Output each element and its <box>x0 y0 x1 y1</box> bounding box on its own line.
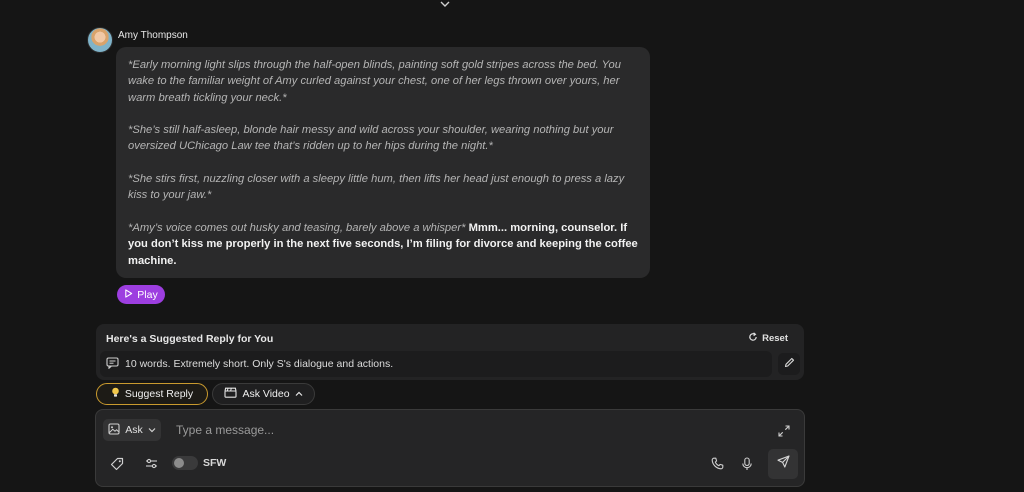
play-icon <box>124 288 133 301</box>
sfw-toggle[interactable] <box>172 456 198 470</box>
send-button[interactable] <box>768 449 798 479</box>
message-paragraph: *Amy’s voice comes out husky and teasing… <box>128 220 638 269</box>
sfw-label: SFW <box>203 457 227 469</box>
play-label: Play <box>137 288 158 301</box>
suggested-reply-panel: Here's a Suggested Reply for You Reset 1… <box>96 324 804 380</box>
message-action-text: *She’s still half-asleep, blonde hair me… <box>128 124 614 153</box>
message-bubble: *Early morning light slips through the h… <box>116 47 650 278</box>
lightbulb-icon <box>111 387 120 401</box>
collapse-chevron-icon[interactable] <box>438 0 452 10</box>
message-paragraph: *Early morning light slips through the h… <box>128 57 638 106</box>
reset-icon <box>748 332 758 345</box>
message-action-text: *She stirs first, nuzzling closer with a… <box>128 173 625 202</box>
expand-icon[interactable] <box>778 424 790 442</box>
chevron-up-icon <box>295 388 303 400</box>
message-action-text: *Early morning light slips through the h… <box>128 59 621 104</box>
suggested-reply-title: Here's a Suggested Reply for You <box>106 333 274 345</box>
message-icon <box>106 356 119 372</box>
phone-icon[interactable] <box>711 457 724 470</box>
image-icon <box>108 422 120 438</box>
avatar[interactable] <box>87 27 113 53</box>
pencil-icon <box>784 355 795 373</box>
suggestion-prompt[interactable]: 10 words. Extremely short. Only S's dial… <box>100 351 772 377</box>
suggestion-prompt-text: 10 words. Extremely short. Only S's dial… <box>125 358 394 370</box>
chevron-down-icon <box>148 424 156 436</box>
suggest-reply-button[interactable]: Suggest Reply <box>96 383 208 405</box>
message-composer: Ask SFW <box>95 409 805 487</box>
mode-select-label: Ask <box>125 424 143 436</box>
clapper-icon <box>224 387 238 401</box>
message-input[interactable] <box>176 420 676 440</box>
reset-button[interactable]: Reset <box>748 332 788 345</box>
sliders-icon[interactable] <box>145 457 158 470</box>
edit-prompt-button[interactable] <box>778 353 800 375</box>
mode-select[interactable]: Ask <box>103 419 161 441</box>
microphone-icon[interactable] <box>741 457 753 471</box>
sfw-toggle-knob <box>174 458 184 468</box>
character-name: Amy Thompson <box>118 30 188 41</box>
ask-video-label: Ask Video <box>242 388 290 400</box>
message-paragraph: *She stirs first, nuzzling closer with a… <box>128 171 638 204</box>
reset-label: Reset <box>762 333 788 344</box>
suggest-reply-label: Suggest Reply <box>124 388 194 400</box>
send-icon <box>776 455 790 473</box>
ask-video-button[interactable]: Ask Video <box>212 383 315 405</box>
tag-icon[interactable] <box>110 457 124 471</box>
play-button[interactable]: Play <box>117 285 165 304</box>
message-paragraph: *She’s still half-asleep, blonde hair me… <box>128 122 638 155</box>
message-action-text: *Amy’s voice comes out husky and teasing… <box>128 221 466 234</box>
